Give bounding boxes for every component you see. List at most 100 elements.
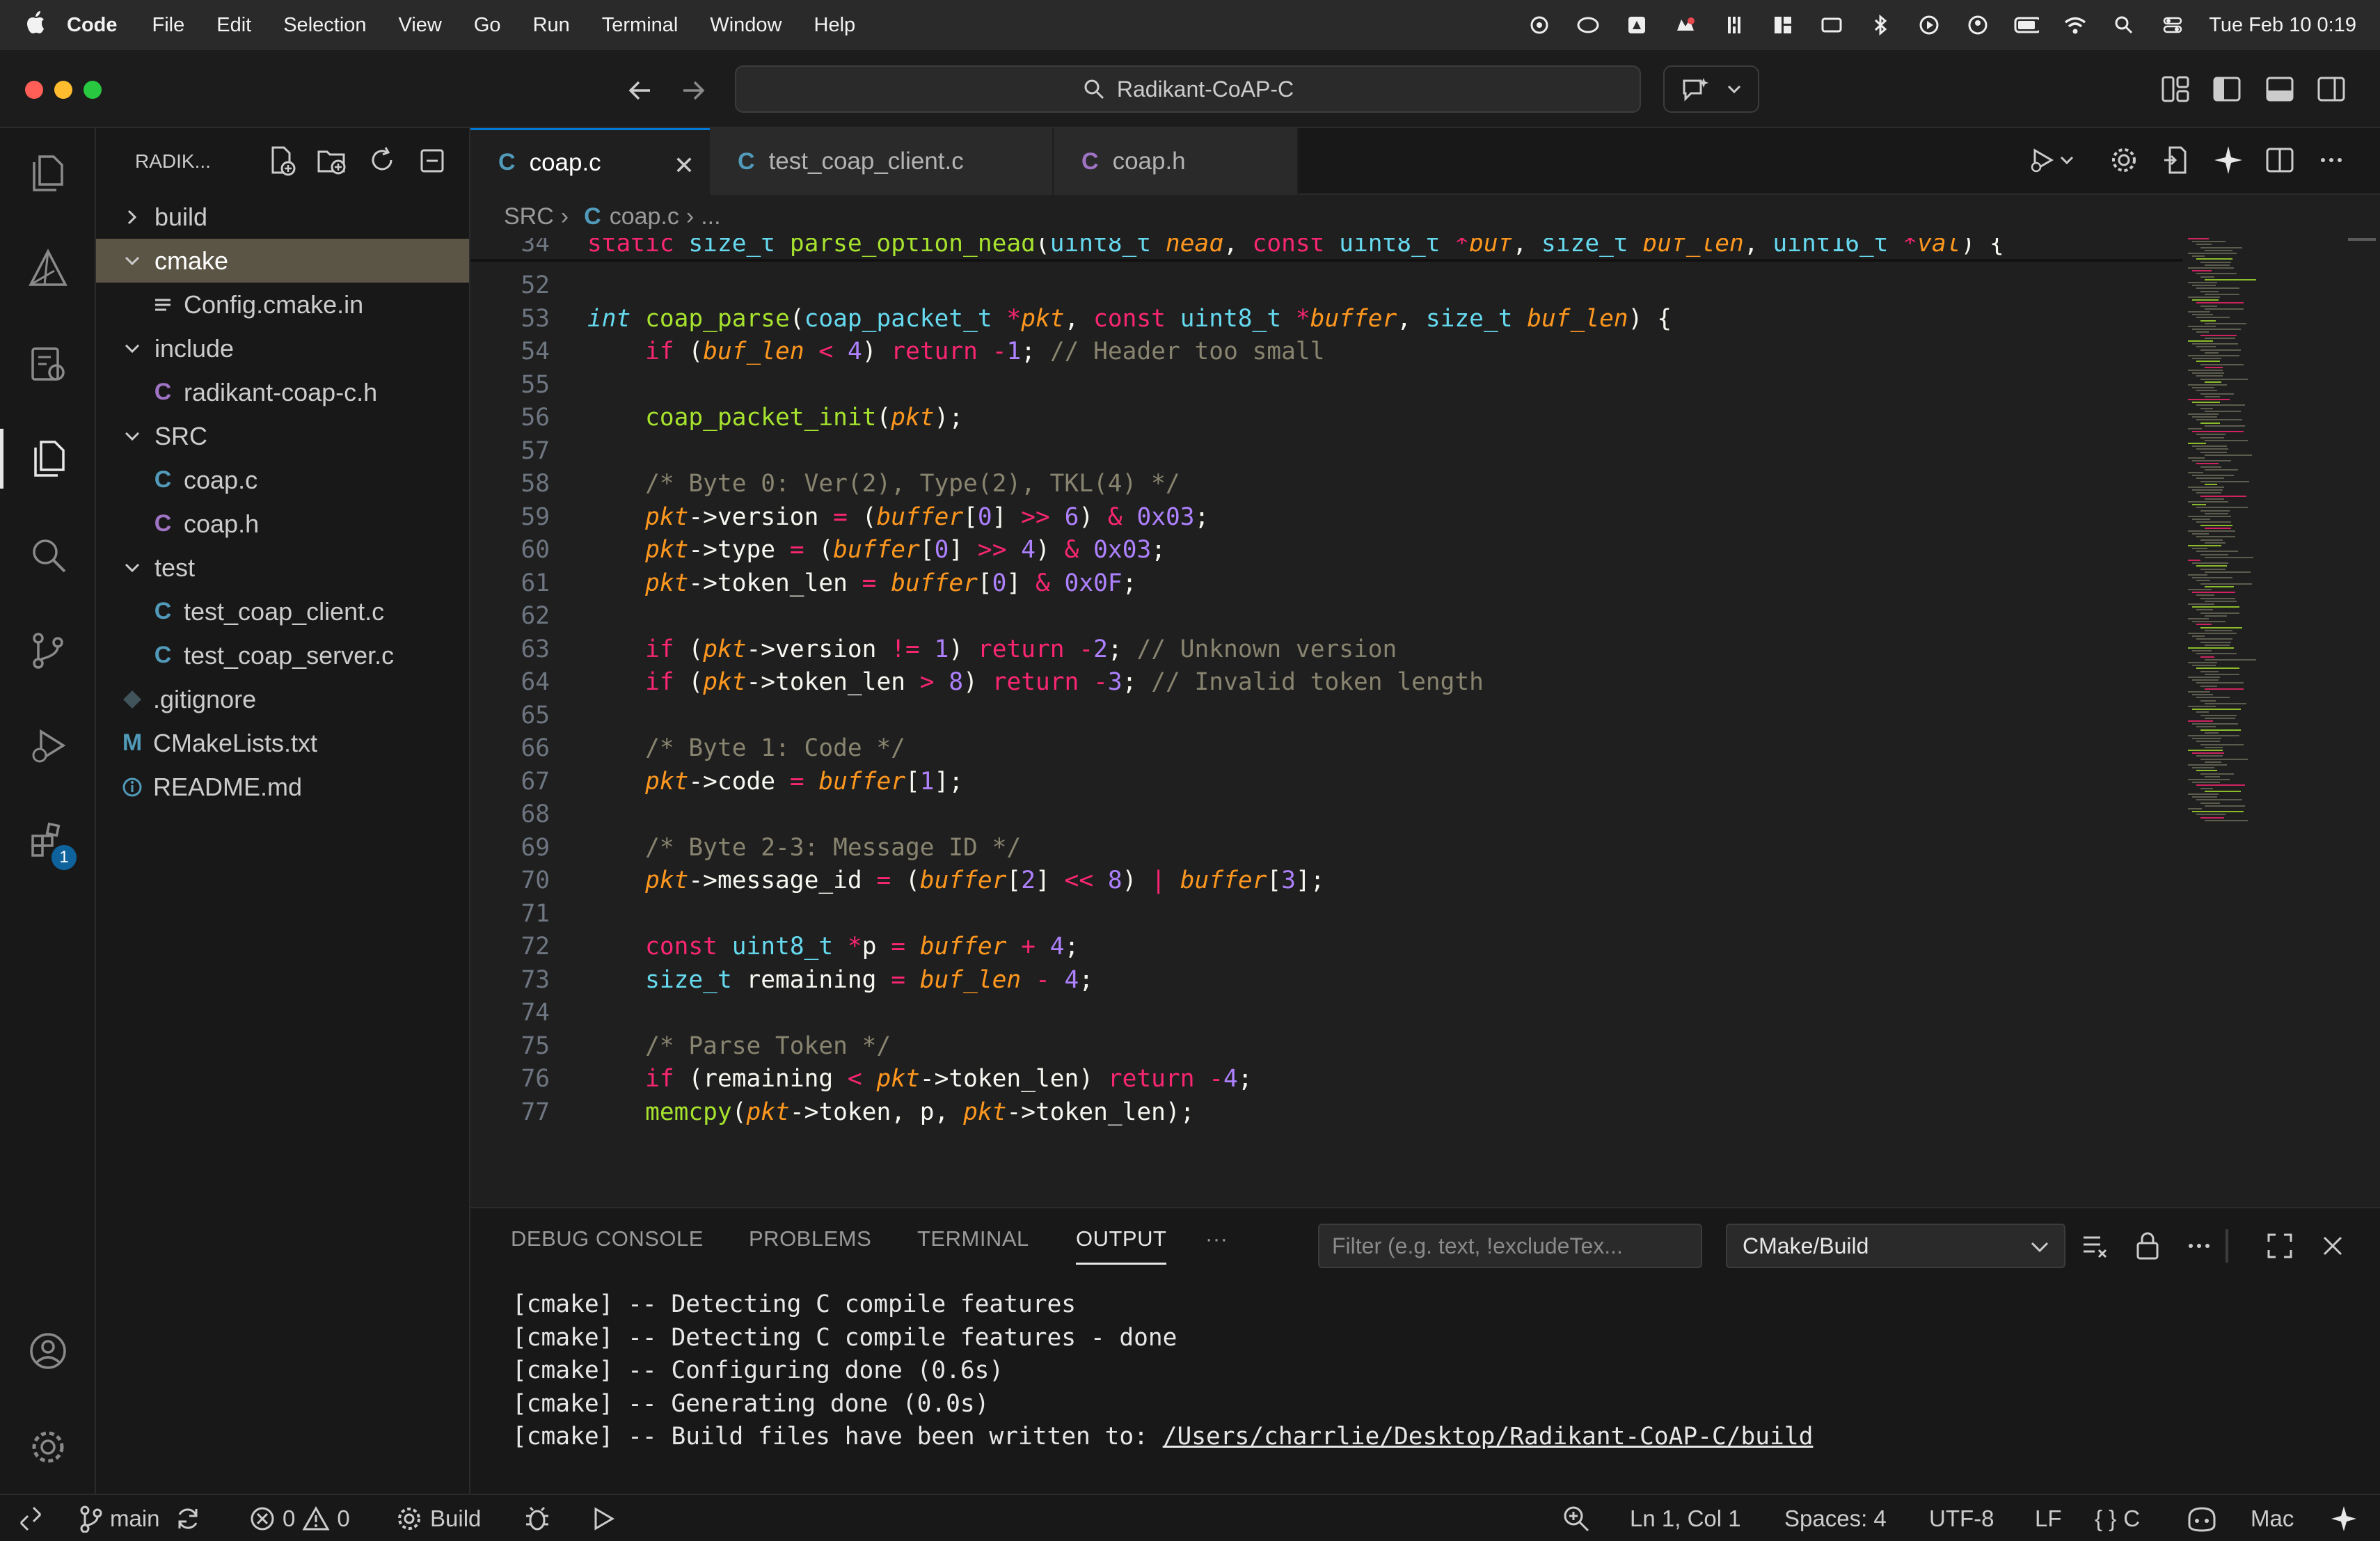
toggle-panel-icon[interactable] — [2263, 72, 2296, 106]
refresh-icon[interactable] — [366, 145, 398, 177]
copilot-status[interactable] — [2184, 1495, 2220, 1541]
remote-indicator[interactable] — [17, 1495, 45, 1541]
copilot-chat-button[interactable] — [1663, 65, 1759, 113]
tree-item[interactable]: test — [96, 546, 469, 590]
sync-icon[interactable] — [174, 1505, 202, 1533]
drive-icon[interactable] — [1624, 13, 1649, 38]
tab-coap-h[interactable]: C coap.h — [1054, 128, 1299, 195]
control-center-icon[interactable] — [2160, 13, 2185, 38]
customize-layout-icon[interactable] — [2159, 72, 2192, 106]
bluetooth-icon[interactable] — [1868, 13, 1893, 38]
build-path-link[interactable]: /Users/charrlie/Desktop/Radikant-CoAP-C/… — [1163, 1423, 1814, 1451]
panel-tab-problems[interactable]: PROBLEMS — [749, 1226, 871, 1251]
breadcrumb-file[interactable]: coap.c — [610, 203, 679, 230]
window-manager-icon[interactable] — [1770, 13, 1795, 38]
menu-selection[interactable]: Selection — [283, 14, 366, 37]
new-file-icon[interactable] — [266, 145, 298, 177]
copilot-tray-icon[interactable] — [1673, 13, 1698, 38]
minimap[interactable] — [2185, 238, 2324, 837]
activity-remote-explorer[interactable] — [0, 326, 96, 402]
clear-output-icon[interactable] — [2078, 1229, 2111, 1263]
panel-more-actions-icon[interactable] — [2182, 1229, 2216, 1263]
tools-icon[interactable] — [1722, 13, 1747, 38]
language-mode-status[interactable]: { } C — [2095, 1495, 2140, 1541]
problems-status[interactable]: 0 0 — [249, 1495, 350, 1541]
encoding-status[interactable]: UTF-8 — [1929, 1495, 1994, 1541]
launch-button[interactable] — [589, 1495, 617, 1541]
indentation-status[interactable]: Spaces: 4 — [1784, 1495, 1887, 1541]
menu-window[interactable]: Window — [710, 14, 782, 37]
tree-item[interactable]: Ccoap.c — [96, 458, 469, 502]
tree-item[interactable]: Config.cmake.in — [96, 283, 469, 326]
menu-help[interactable]: Help — [814, 14, 856, 37]
lock-scroll-icon[interactable] — [2131, 1229, 2164, 1263]
menu-view[interactable]: View — [399, 14, 442, 37]
tree-item[interactable]: include — [96, 326, 469, 370]
activity-manage[interactable] — [0, 1409, 96, 1485]
copilot-sparkle-icon[interactable] — [2210, 142, 2246, 178]
breadcrumb-symbol[interactable]: ... — [701, 203, 720, 230]
menu-run[interactable]: Run — [533, 14, 570, 37]
forward-arrow-icon[interactable] — [675, 72, 711, 109]
open-changes-icon[interactable] — [2157, 142, 2193, 178]
menu-go[interactable]: Go — [474, 14, 501, 37]
menu-file[interactable]: File — [152, 14, 185, 37]
editor-settings-icon[interactable] — [2106, 142, 2142, 178]
tree-item[interactable]: build — [96, 195, 469, 239]
editor-scrollbar[interactable] — [2348, 238, 2376, 241]
activity-source-control[interactable] — [0, 613, 96, 689]
toggle-primary-sidebar-icon[interactable] — [2210, 72, 2244, 106]
output-filter-input[interactable]: Filter (e.g. text, !excludeTex... — [1318, 1224, 1702, 1268]
tree-item[interactable]: Ctest_coap_server.c — [96, 633, 469, 677]
new-folder-icon[interactable] — [316, 145, 348, 177]
cursor-position-status[interactable]: Ln 1, Col 1 — [1630, 1495, 1741, 1541]
wifi-icon[interactable] — [2063, 13, 2088, 38]
tree-item[interactable]: cmake — [96, 239, 469, 283]
tree-item[interactable]: README.md — [96, 765, 469, 809]
tree-item[interactable]: M CMakeLists.txt — [96, 721, 469, 765]
media-play-icon[interactable] — [1917, 13, 1942, 38]
activity-explorer[interactable] — [0, 420, 96, 497]
zoom-window-button[interactable] — [84, 81, 102, 99]
activity-extensions[interactable]: 1 — [0, 802, 96, 878]
back-arrow-icon[interactable] — [622, 72, 658, 109]
openai-icon[interactable] — [1527, 13, 1552, 38]
more-actions-icon[interactable] — [2313, 142, 2349, 178]
toggle-secondary-sidebar-icon[interactable] — [2315, 72, 2348, 106]
output-channel-select[interactable]: CMake/Build — [1726, 1224, 2065, 1268]
creative-cloud-icon[interactable] — [1576, 13, 1601, 38]
run-code-button[interactable] — [2025, 142, 2081, 178]
spotlight-search-icon[interactable] — [2111, 13, 2136, 38]
battery-icon[interactable] — [2014, 13, 2040, 38]
menu-terminal[interactable]: Terminal — [602, 14, 679, 37]
maximize-panel-icon[interactable] — [2263, 1229, 2296, 1263]
panel-more-tabs[interactable]: ··· — [1205, 1226, 1228, 1251]
close-icon[interactable]: ✕ — [674, 151, 695, 180]
breadcrumb-folder[interactable]: SRC — [504, 203, 554, 230]
tree-item[interactable]: SRC — [96, 414, 469, 458]
activity-search[interactable] — [0, 516, 96, 593]
tree-item[interactable]: Ctest_coap_client.c — [96, 590, 469, 633]
tab-test-coap-client-c[interactable]: C test_coap_client.c — [710, 128, 1054, 195]
git-branch-status[interactable]: main — [78, 1495, 202, 1541]
sparkle-status[interactable] — [2330, 1495, 2358, 1541]
panel-tab-debug-console[interactable]: DEBUG CONSOLE — [511, 1226, 704, 1251]
panel-tab-terminal[interactable]: TERMINAL — [917, 1226, 1029, 1251]
panel-tab-output[interactable]: OUTPUT — [1076, 1226, 1167, 1265]
eol-status[interactable]: LF — [2035, 1495, 2062, 1541]
tab-coap-c[interactable]: C coap.c ✕ — [470, 128, 710, 195]
menu-app-name[interactable]: Code — [67, 14, 118, 37]
display-icon[interactable] — [1819, 13, 1844, 38]
cmake-build-button[interactable]: Build — [395, 1495, 481, 1541]
apple-logo-icon[interactable] — [25, 10, 67, 40]
minimize-window-button[interactable] — [54, 81, 72, 99]
sticky-scroll-header[interactable]: 34 static size_t parse_option_head(uint8_… — [470, 238, 2182, 262]
tree-item[interactable]: Ccoap.h — [96, 502, 469, 546]
split-editor-icon[interactable] — [2262, 142, 2298, 178]
menubar-clock[interactable]: Tue Feb 10 0:19 — [2209, 14, 2356, 37]
close-panel-icon[interactable] — [2316, 1229, 2349, 1263]
menu-edit[interactable]: Edit — [216, 14, 251, 37]
platform-status[interactable]: Mac — [2251, 1495, 2294, 1541]
tree-item[interactable]: Cradikant-coap-c.h — [96, 370, 469, 414]
command-center-search[interactable]: Radikant-CoAP-C — [735, 65, 1641, 113]
